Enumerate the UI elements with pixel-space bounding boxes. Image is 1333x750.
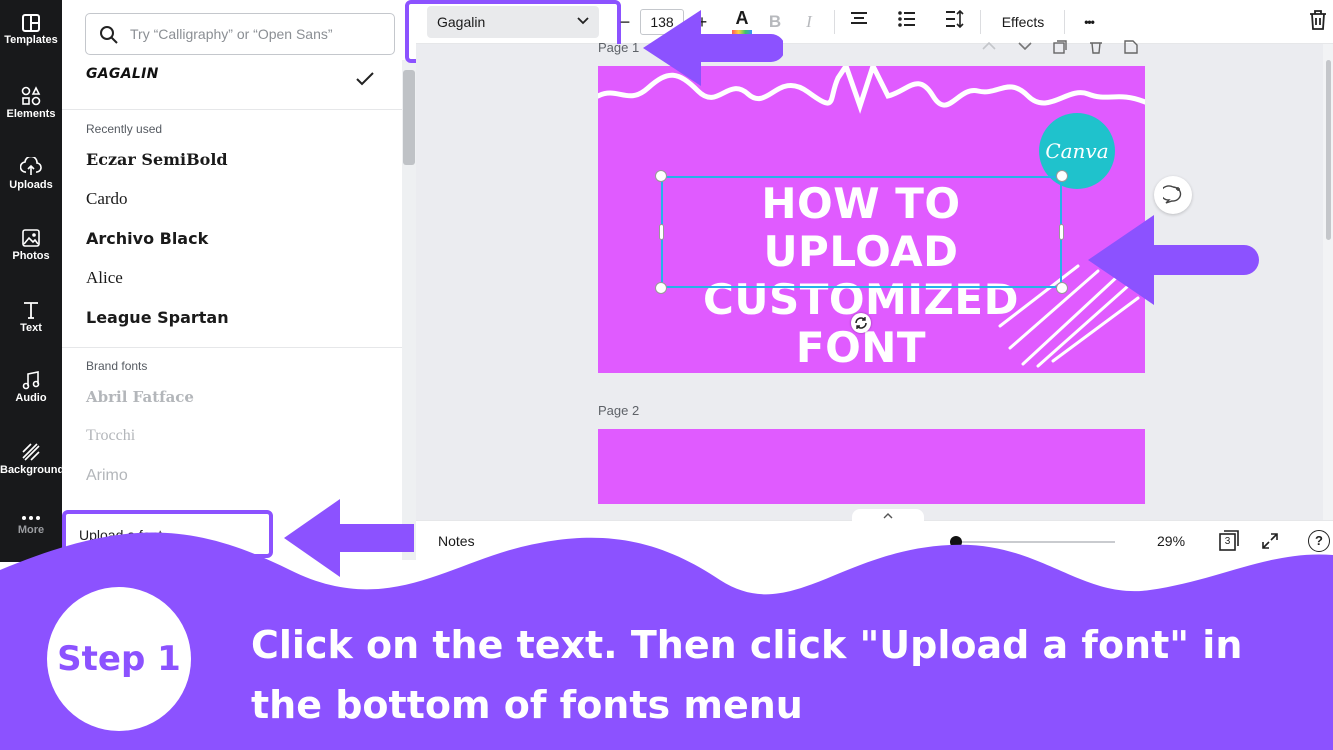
align-center-button[interactable] — [848, 10, 870, 34]
resize-handle[interactable] — [1056, 282, 1068, 294]
font-size-decrease-button[interactable]: − — [618, 10, 632, 34]
add-page-icon[interactable] — [1124, 40, 1138, 54]
tutorial-instruction: Click on the text. Then click "Upload a … — [251, 623, 1243, 727]
rail-audio[interactable]: Audio — [0, 370, 62, 436]
toolbar-separator — [1064, 10, 1065, 34]
divider — [62, 347, 402, 348]
spacing-button[interactable] — [944, 9, 966, 34]
font-item-archivo-black[interactable]: Archivo Black — [86, 220, 386, 258]
comment-icon — [1163, 185, 1182, 204]
bullet-list-icon — [898, 11, 915, 27]
brand-fonts-heading: Brand fonts — [86, 359, 148, 373]
text-icon — [24, 302, 38, 319]
more-icon — [22, 516, 40, 520]
photos-icon — [22, 229, 40, 247]
pointer-arrow-left-icon — [284, 499, 414, 577]
rail-uploads[interactable]: Uploads — [0, 157, 62, 223]
search-icon — [100, 26, 118, 44]
recently-used-heading: Recently used — [86, 122, 163, 136]
design-page-2[interactable] — [598, 429, 1145, 504]
font-item-arimo[interactable]: Arimo — [86, 457, 386, 495]
resize-handle[interactable] — [655, 170, 667, 182]
delete-page-icon[interactable] — [1089, 40, 1103, 54]
side-resize-handle[interactable] — [659, 224, 664, 240]
delete-button[interactable] — [1308, 10, 1328, 34]
page-1-label: Page 1 — [598, 40, 640, 55]
align-center-icon — [851, 12, 867, 24]
page-2-label: Page 2 — [598, 403, 640, 418]
add-comment-button[interactable] — [1154, 176, 1192, 214]
uploads-icon — [20, 157, 42, 175]
resize-handle[interactable] — [655, 282, 667, 294]
elements-icon — [21, 86, 41, 106]
left-rail: Templates Elements Uploads Photos Text A… — [0, 0, 65, 562]
trash-icon — [1310, 10, 1326, 30]
selected-font-name[interactable]: GAGALIN — [86, 66, 159, 82]
effects-button[interactable]: Effects — [996, 10, 1050, 34]
rail-label-elements: Elements — [6, 108, 56, 120]
side-resize-handle[interactable] — [1059, 224, 1064, 240]
font-panel: GAGALIN Recently used Eczar SemiBold Car… — [62, 0, 402, 562]
canvas-scroll-thumb[interactable] — [1326, 60, 1331, 240]
rail-label-background: Background — [0, 464, 65, 476]
rail-label-templates: Templates — [4, 34, 58, 46]
resize-handle[interactable] — [1056, 170, 1068, 182]
checkmark-icon — [356, 72, 374, 86]
chevron-down-icon[interactable] — [1018, 42, 1032, 50]
font-item-eczar-semibold[interactable]: Eczar SemiBold — [86, 141, 386, 179]
rail-elements[interactable]: Elements — [0, 86, 62, 152]
text-selection-box[interactable] — [661, 176, 1062, 288]
font-panel-scroll-thumb[interactable] — [403, 70, 415, 165]
font-search-input[interactable] — [130, 22, 388, 46]
font-item-abril-fatface[interactable]: Abril Fatface — [86, 378, 386, 416]
chevron-up-icon[interactable] — [982, 42, 996, 50]
rail-templates[interactable]: Templates — [0, 14, 62, 80]
rail-label-text: Text — [20, 322, 42, 334]
rail-background[interactable]: Background — [0, 442, 65, 508]
audio-icon — [22, 371, 40, 390]
pointer-arrow-left-icon — [643, 10, 783, 86]
toolbar-separator — [834, 10, 835, 34]
list-button[interactable] — [896, 10, 918, 34]
rotate-icon — [855, 317, 867, 329]
duplicate-page-icon[interactable] — [1053, 40, 1067, 54]
font-item-trocchi[interactable]: Trocchi — [86, 417, 386, 455]
font-search[interactable] — [85, 13, 395, 55]
line-spacing-icon — [946, 9, 964, 29]
step-badge: Step 1 — [47, 587, 191, 731]
more-options-button[interactable]: ••• — [1076, 10, 1102, 34]
rail-photos[interactable]: Photos — [0, 228, 62, 294]
font-item-league-spartan[interactable]: League Spartan — [86, 299, 386, 337]
rail-label-audio: Audio — [15, 392, 47, 404]
chevron-up-icon — [883, 513, 893, 519]
toolbar-separator — [980, 10, 981, 34]
font-item-cardo[interactable]: Cardo — [86, 180, 386, 218]
rail-label-photos: Photos — [12, 250, 50, 262]
templates-icon — [22, 14, 40, 32]
rail-text[interactable]: Text — [0, 300, 62, 366]
italic-button[interactable]: I — [800, 10, 818, 34]
show-pages-tab[interactable] — [852, 509, 924, 523]
font-item-alice[interactable]: Alice — [86, 259, 386, 297]
rail-label-uploads: Uploads — [9, 179, 53, 191]
divider — [62, 109, 402, 110]
pointer-arrow-left-icon — [1088, 215, 1259, 305]
rotate-handle[interactable] — [851, 313, 871, 333]
background-icon — [22, 443, 40, 461]
